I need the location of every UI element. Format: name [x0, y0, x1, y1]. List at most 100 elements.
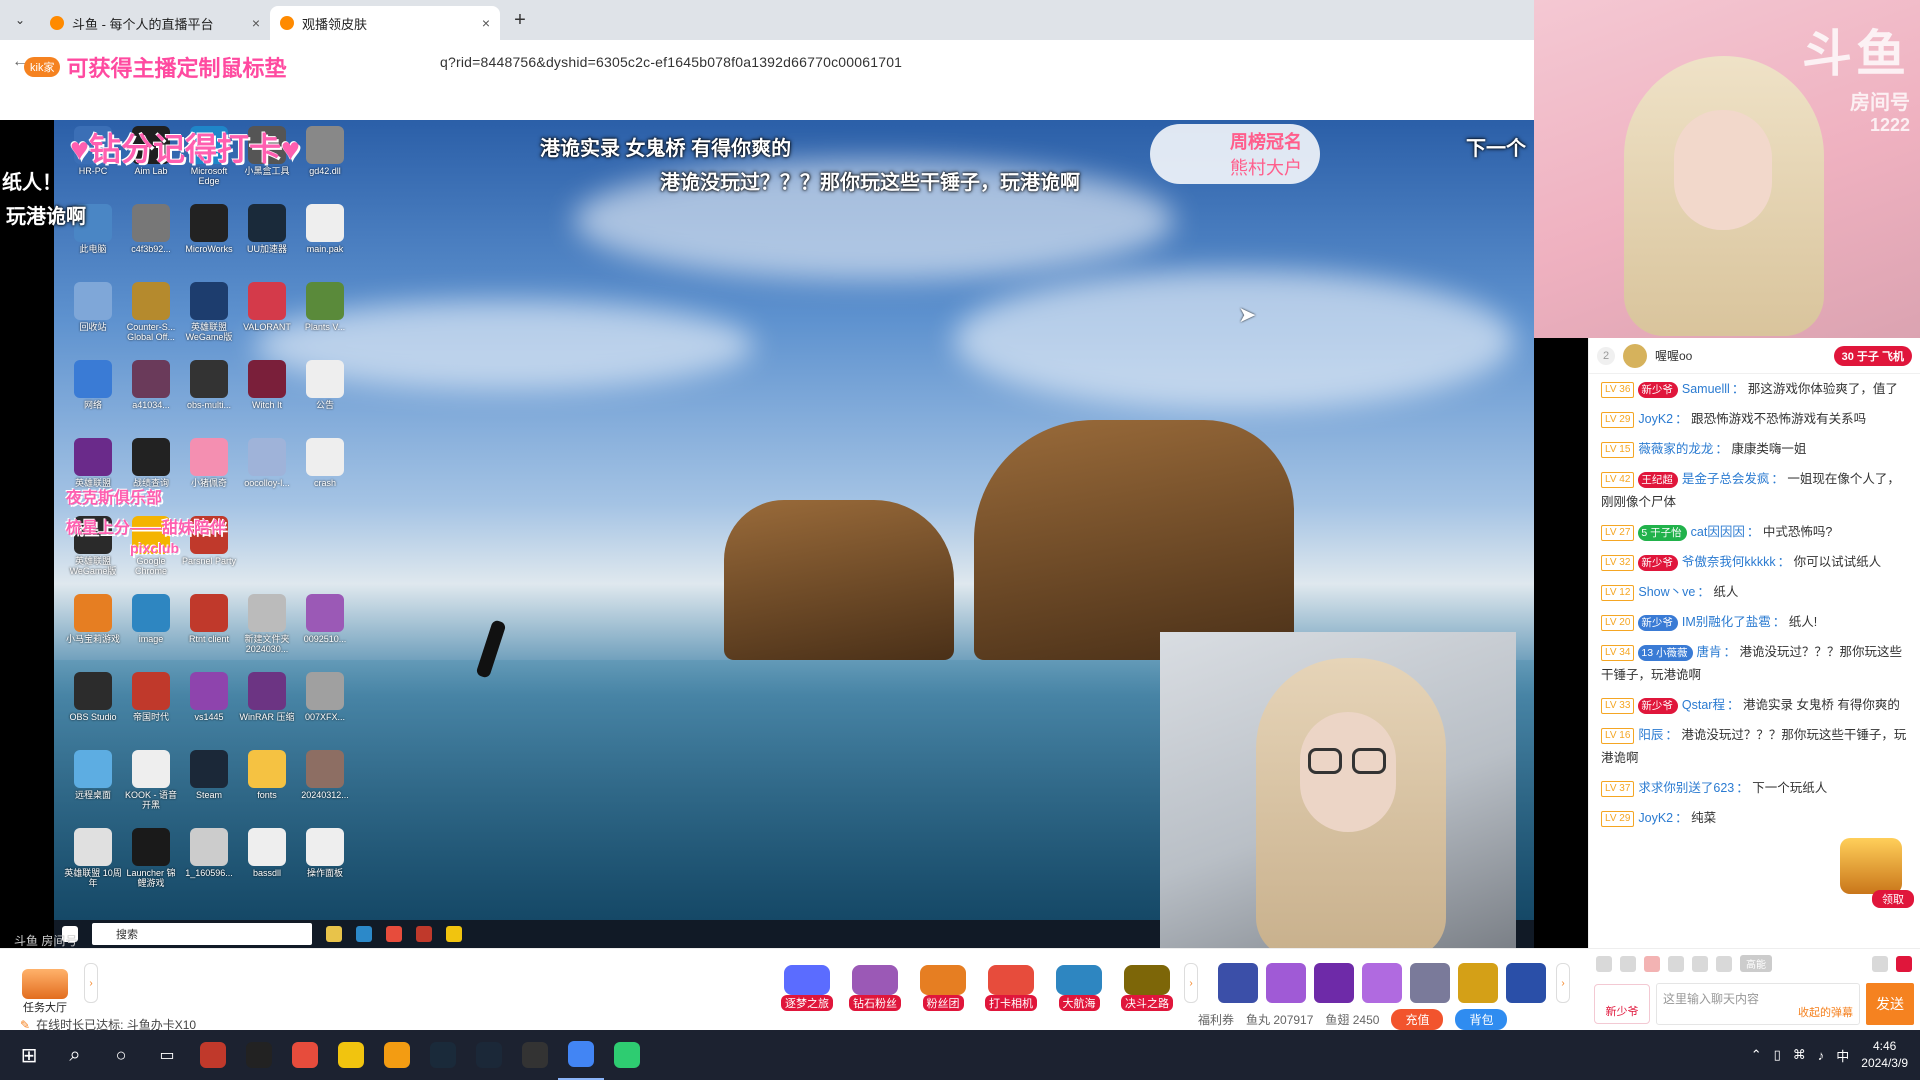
- desktop-icon[interactable]: crash: [296, 438, 354, 516]
- welfare-link[interactable]: 福利券: [1198, 1011, 1234, 1028]
- desktop-icon[interactable]: fonts: [238, 750, 296, 828]
- feature-button[interactable]: 粉丝团: [912, 959, 974, 1011]
- chat-username[interactable]: Samuelll: [1682, 382, 1730, 396]
- recharge-button[interactable]: 充值: [1391, 1009, 1444, 1030]
- network-icon[interactable]: ⌘: [1793, 1047, 1806, 1063]
- desktop-icon[interactable]: bassdll: [238, 828, 296, 906]
- fan-badge[interactable]: 新少爷: [1638, 614, 1678, 631]
- emoji-icon[interactable]: [1596, 955, 1612, 972]
- expand-arrow-icon[interactable]: ›: [1556, 963, 1570, 1003]
- setting-icon[interactable]: [1716, 955, 1732, 972]
- fan-badge[interactable]: 13 小薇薇: [1638, 644, 1693, 661]
- chat-message[interactable]: LV 37 求求你别送了623： 下一个玩纸人: [1601, 777, 1910, 800]
- feature-button[interactable]: 打卡相机: [980, 959, 1042, 1011]
- desktop-icon[interactable]: 小猪佩奇: [180, 438, 238, 516]
- desktop-icon[interactable]: Plants V...: [296, 282, 354, 360]
- plane-gift-badge[interactable]: 30 于子 飞机: [1833, 345, 1912, 366]
- desktop-icon[interactable]: 1_160596...: [180, 828, 238, 906]
- chat-input[interactable]: 这里输入聊天内容 收起的弹幕: [1656, 983, 1860, 1025]
- gift-icon[interactable]: [1410, 963, 1450, 1003]
- chevron-up-icon[interactable]: ⌃: [1751, 1047, 1762, 1063]
- desktop-icon[interactable]: 小马宝莉游戏: [64, 594, 122, 672]
- gift-icon[interactable]: [1266, 963, 1306, 1003]
- desktop-icon[interactable]: c4f3b92...: [122, 204, 180, 282]
- taskbar-app-icon[interactable]: [420, 1030, 466, 1080]
- chat-message[interactable]: LV 27 5 于子怡 cat因因因： 中式恐怖吗?: [1601, 521, 1910, 544]
- desktop-icon[interactable]: 20240312...: [296, 750, 354, 828]
- battery-icon[interactable]: ▯: [1774, 1047, 1781, 1063]
- chat-message[interactable]: LV 15 薇薇家的龙龙： 康康类嗨一姐: [1601, 438, 1910, 461]
- feature-button[interactable]: 钻石粉丝: [844, 959, 906, 1011]
- desktop-icon[interactable]: 远程桌面: [64, 750, 122, 828]
- gift-icon[interactable]: [1362, 963, 1402, 1003]
- desktop-icon[interactable]: Counter-S... Global Off...: [122, 282, 180, 360]
- desktop-icon[interactable]: 帝国时代: [122, 672, 180, 750]
- browser-tab-douyu[interactable]: 斗鱼 - 每个人的直播平台 ×: [40, 6, 270, 40]
- desktop-icon[interactable]: Launcher 锦鲤游戏: [122, 828, 180, 906]
- task-view-icon[interactable]: ▭: [144, 1030, 190, 1080]
- fan-badge[interactable]: 5 于子怡: [1638, 524, 1687, 541]
- broadcast-icon[interactable]: [1620, 955, 1636, 972]
- chat-message[interactable]: LV 42 王纪超 是金子总会发疯： 一姐现在像个人了，刚刚像个尸体: [1601, 468, 1910, 514]
- search-icon[interactable]: ⌕: [52, 1030, 98, 1080]
- desktop-icon[interactable]: Steam: [180, 750, 238, 828]
- desktop-icon[interactable]: Rtnt client: [180, 594, 238, 672]
- fan-badge[interactable]: 新少爷: [1638, 381, 1678, 398]
- chat-username[interactable]: Qstar程: [1682, 698, 1725, 712]
- browser-tab-watch[interactable]: 观播领皮肤 ×: [270, 6, 500, 40]
- chat-message[interactable]: LV 20 新少爷 IM别融化了盐雹： 纸人!: [1601, 611, 1910, 634]
- chat-username[interactable]: 求求你别送了623: [1638, 781, 1734, 795]
- chat-username[interactable]: cat因因因: [1691, 525, 1745, 539]
- chat-username[interactable]: 是金子总会发疯: [1682, 472, 1770, 486]
- taskbar-app-icon[interactable]: [236, 1030, 282, 1080]
- desktop-icon[interactable]: 英雄联盟 WeGame版: [180, 282, 238, 360]
- backpack-button[interactable]: 背包: [1455, 1009, 1508, 1030]
- desktop-icon[interactable]: [296, 516, 354, 594]
- taskbar-app-icon[interactable]: [512, 1030, 558, 1080]
- desktop-icon[interactable]: WinRAR 压缩: [238, 672, 296, 750]
- desktop-icon[interactable]: 新建文件夹 2024030...: [238, 594, 296, 672]
- chat-username[interactable]: IM别融化了盐雹: [1682, 615, 1771, 629]
- fan-badge[interactable]: 新少爷: [1638, 697, 1678, 714]
- taskbar-app-icon[interactable]: [466, 1030, 512, 1080]
- feature-button[interactable]: 逐梦之旅: [776, 959, 838, 1011]
- task-hall-button[interactable]: 任务大厅: [14, 963, 76, 1015]
- taskbar-app-icon[interactable]: [190, 1030, 236, 1080]
- chat-username[interactable]: 唐肯: [1697, 645, 1722, 659]
- chat-username[interactable]: 爷傲奈我何kkkkk: [1682, 555, 1776, 569]
- close-tab-icon[interactable]: ×: [482, 15, 490, 31]
- desktop-icon[interactable]: 英雄联盟 10周年: [64, 828, 122, 906]
- new-tab-button[interactable]: +: [506, 6, 534, 34]
- desktop-icon[interactable]: obs-multi...: [180, 360, 238, 438]
- taskbar-app-icon[interactable]: [282, 1030, 328, 1080]
- chat-username[interactable]: JoyK2: [1638, 811, 1673, 825]
- high-energy-button[interactable]: 高能: [1740, 955, 1772, 972]
- gift-icon[interactable]: [1218, 963, 1258, 1003]
- chat-username[interactable]: 薇薇家的龙龙: [1638, 442, 1713, 456]
- clock[interactable]: 4:46 2024/3/9: [1861, 1038, 1908, 1072]
- chat-message[interactable]: LV 36 新少爷 Samuelll： 那这游戏你体验爽了，值了: [1601, 378, 1910, 401]
- desktop-icon[interactable]: OBS Studio: [64, 672, 122, 750]
- desktop-icon[interactable]: 公告: [296, 360, 354, 438]
- chat-message[interactable]: LV 29 JoyK2： 纯菜: [1601, 807, 1910, 830]
- desktop-icon[interactable]: vs1445: [180, 672, 238, 750]
- desktop-icon[interactable]: oocolloy-l...: [238, 438, 296, 516]
- tab-dropdown-icon[interactable]: ⌄: [8, 8, 32, 32]
- fan-badge[interactable]: 新少爷: [1638, 554, 1678, 571]
- feature-button[interactable]: 决斗之路: [1116, 959, 1178, 1011]
- windows-start-button[interactable]: ⊞: [6, 1030, 52, 1080]
- rank-username[interactable]: 喔喔oo: [1655, 347, 1826, 364]
- fan-icon[interactable]: [1644, 955, 1660, 972]
- desktop-icon[interactable]: gd42.dll: [296, 126, 354, 204]
- treasure-chest-icon[interactable]: [1840, 838, 1902, 894]
- promo-banner[interactable]: kik家 可获得主播定制鼠标垫: [24, 50, 286, 84]
- desktop-icon[interactable]: 回收站: [64, 282, 122, 360]
- chat-username[interactable]: 阳辰: [1638, 728, 1663, 742]
- hot-icon[interactable]: [1896, 955, 1912, 972]
- desktop-icon[interactable]: VALORANT: [238, 282, 296, 360]
- desktop-icon[interactable]: 007XFX...: [296, 672, 354, 750]
- desktop-icon[interactable]: image: [122, 594, 180, 672]
- desktop-icon[interactable]: 0092510...: [296, 594, 354, 672]
- desktop-icon[interactable]: main.pak: [296, 204, 354, 282]
- desktop-icon[interactable]: Witch It: [238, 360, 296, 438]
